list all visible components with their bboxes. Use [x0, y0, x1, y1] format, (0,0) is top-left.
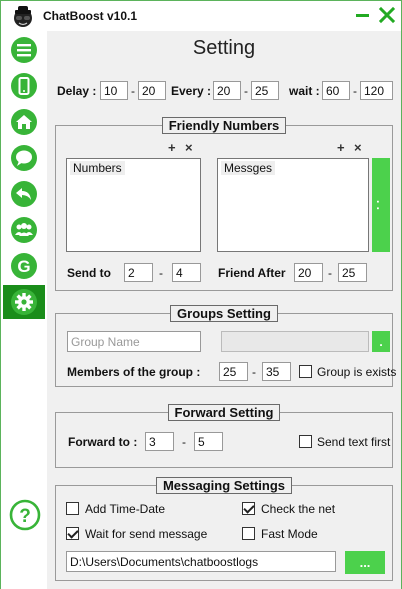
settings-panel: Setting Delay : - Every : - wait : - Fri… [47, 31, 401, 589]
dash: - [131, 84, 135, 98]
messaging-settings-group: Messaging Settings Add Time-Date Check t… [55, 477, 393, 581]
groups-setting-group: Groups Setting . Members of the group : … [55, 305, 397, 387]
sidebar-item-google[interactable]: G [3, 249, 45, 283]
send-to-max-input[interactable] [172, 263, 201, 282]
chat-icon [11, 145, 37, 171]
forward-setting-title: Forward Setting [167, 404, 281, 421]
friendly-numbers-title: Friendly Numbers [161, 117, 287, 134]
group-name-input[interactable] [67, 331, 201, 352]
messages-side-button[interactable]: . . [372, 158, 390, 252]
group-exists-label: Group is exists [317, 365, 397, 379]
groups-setting-title: Groups Setting [170, 305, 278, 322]
sidebar-item-reply[interactable] [3, 177, 45, 211]
add-time-date-checkbox[interactable] [66, 502, 79, 515]
remove-message-button[interactable]: × [354, 140, 362, 155]
numbers-list[interactable]: Numbers [66, 158, 201, 252]
g-letter-icon: G [11, 253, 37, 279]
every-min-input[interactable] [213, 81, 241, 100]
group-dot-button[interactable]: . [372, 331, 390, 352]
send-to-label: Send to [67, 266, 111, 280]
forward-setting-group: Forward Setting Forward to : - Send text… [55, 404, 393, 468]
send-text-first-checkbox[interactable] [299, 435, 312, 448]
group-secondary-field[interactable] [221, 331, 369, 352]
wait-min-input[interactable] [322, 81, 350, 100]
friend-after-max-input[interactable] [338, 263, 367, 282]
group-exists-checkbox[interactable] [299, 365, 312, 378]
messaging-settings-title: Messaging Settings [155, 477, 293, 494]
help-icon[interactable]: ? [9, 499, 41, 531]
check-net-label: Check the net [261, 502, 336, 516]
wait-send-checkbox[interactable] [66, 527, 79, 540]
delay-min-input[interactable] [100, 81, 128, 100]
send-to-min-input[interactable] [124, 263, 153, 282]
phone-icon [11, 73, 37, 99]
delay-label: Delay : [57, 84, 97, 98]
add-number-button[interactable]: + [168, 140, 176, 155]
sidebar-item-home[interactable] [3, 105, 45, 139]
numbers-header: Numbers [70, 161, 125, 175]
app-title: ChatBoost v10.1 [43, 9, 138, 23]
wait-label: wait : [289, 84, 320, 98]
members-min-input[interactable] [219, 362, 248, 381]
check-net-checkbox[interactable] [242, 502, 255, 515]
gear-icon [11, 289, 37, 315]
dash: - [244, 84, 248, 98]
svg-text:?: ? [19, 506, 31, 527]
dash: - [159, 266, 163, 280]
add-message-button[interactable]: + [337, 140, 345, 155]
minimize-icon[interactable] [353, 5, 373, 25]
members-label: Members of the group : [67, 365, 201, 379]
forward-to-label: Forward to : [68, 435, 138, 449]
svg-text:G: G [17, 257, 30, 276]
close-icon[interactable] [377, 5, 397, 25]
add-time-date-label: Add Time-Date [85, 502, 166, 516]
log-path-input[interactable] [66, 551, 336, 572]
send-text-first-label: Send text first [317, 435, 391, 449]
delay-max-input[interactable] [138, 81, 166, 100]
fast-mode-checkbox[interactable] [242, 527, 255, 540]
app-window: ChatBoost v10.1 G ? Setting Delay: 10 -… [0, 0, 402, 589]
sidebar: G ? [1, 31, 47, 589]
dash: - [328, 266, 332, 280]
friend-after-label: Friend After [218, 266, 286, 280]
group-icon [11, 217, 37, 243]
page-title: Setting [192, 37, 256, 59]
messages-header: Messges [221, 161, 276, 175]
reply-icon [11, 181, 37, 207]
dash: - [353, 84, 357, 98]
sidebar-item-menu[interactable] [3, 33, 45, 67]
browse-button[interactable]: ... [345, 551, 385, 574]
forward-max-input[interactable] [194, 432, 223, 451]
friendly-numbers-group: Friendly Numbers + × + × Numbers Messges… [55, 117, 393, 291]
friend-after-min-input[interactable] [294, 263, 323, 282]
sidebar-item-phone[interactable] [3, 69, 45, 103]
home-icon [11, 109, 37, 135]
remove-number-button[interactable]: × [185, 140, 193, 155]
forward-min-input[interactable] [145, 432, 174, 451]
members-max-input[interactable] [262, 362, 291, 381]
sidebar-item-chat[interactable] [3, 141, 45, 175]
title-bar: ChatBoost v10.1 [1, 1, 401, 31]
dash: - [182, 435, 186, 449]
spy-logo-icon [14, 6, 32, 27]
wait-send-label: Wait for send message [85, 527, 208, 541]
every-label: Every : [171, 84, 212, 98]
menu-icon [11, 37, 37, 63]
fast-mode-label: Fast Mode [261, 527, 318, 541]
sidebar-item-groups[interactable] [3, 213, 45, 247]
messages-list[interactable]: Messges [217, 158, 369, 252]
sidebar-item-settings[interactable] [3, 285, 45, 319]
every-max-input[interactable] [251, 81, 279, 100]
wait-max-input[interactable] [360, 81, 393, 100]
dash: - [252, 365, 256, 379]
